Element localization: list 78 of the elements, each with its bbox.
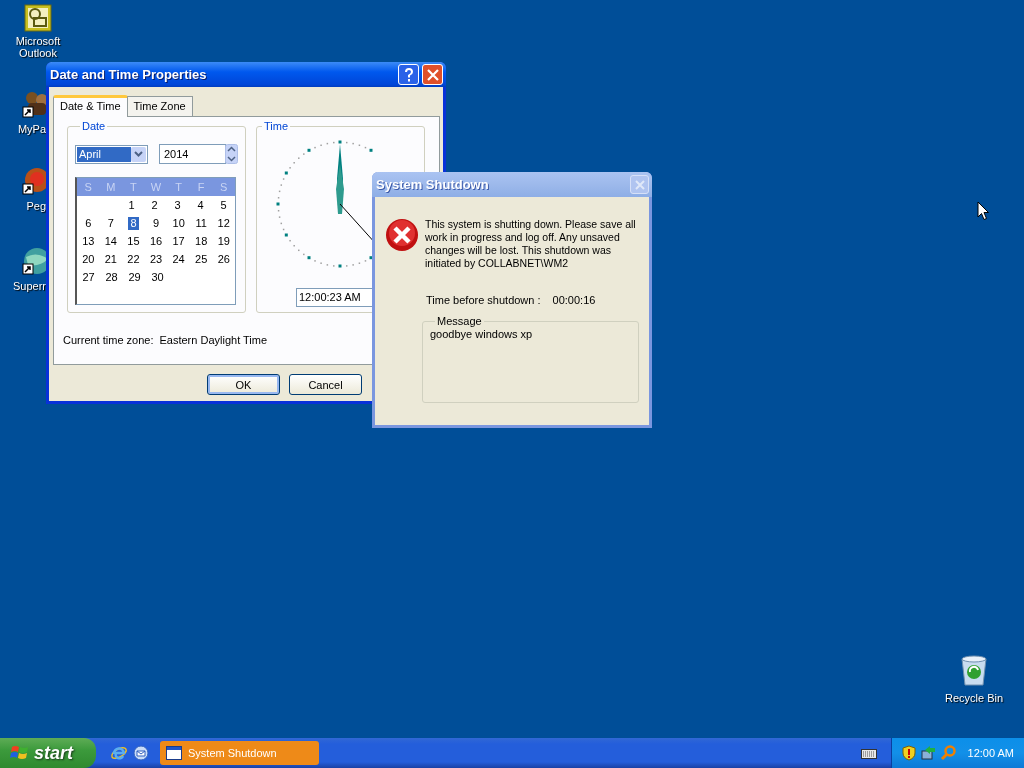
calendar-day[interactable]: 21 bbox=[99, 252, 123, 266]
mail-icon[interactable] bbox=[132, 744, 150, 762]
group-label: Date bbox=[81, 120, 107, 132]
calendar-day[interactable]: 5 bbox=[212, 198, 235, 212]
calendar-day[interactable]: 28 bbox=[100, 270, 123, 284]
weekday-label: S bbox=[219, 181, 229, 193]
calendar-day[interactable]: 1 bbox=[120, 198, 143, 212]
tab[interactable]: Time Zone bbox=[126, 96, 193, 116]
weekday-label: F bbox=[196, 181, 206, 193]
calendar-day[interactable]: 3 bbox=[166, 198, 189, 212]
window-title: System Shutdown bbox=[376, 177, 490, 192]
calendar-day[interactable]: 16 bbox=[144, 234, 168, 248]
calendar-day[interactable]: 22 bbox=[122, 252, 145, 266]
calendar-day[interactable]: 23 bbox=[144, 252, 168, 266]
message-text: goodbye windows xp bbox=[430, 328, 533, 340]
start-button[interactable]: start bbox=[0, 738, 96, 768]
calendar-day[interactable]: 12 bbox=[212, 216, 235, 230]
close-icon bbox=[634, 179, 645, 190]
warning-message: This system is shutting down. Please save all work in progress and log off. Any unsaved changes will be lost. This shutdown was initiated by COLLABNET\WM2 bbox=[425, 218, 637, 270]
weekday-label: T bbox=[174, 181, 183, 193]
time-zone-label: Current time zone: bbox=[63, 334, 154, 346]
help-icon bbox=[402, 67, 415, 82]
calendar-day[interactable]: 13 bbox=[77, 234, 100, 248]
windows-flag-icon bbox=[10, 744, 30, 762]
time-zone-value: Eastern Daylight Time bbox=[159, 334, 268, 346]
calendar-day[interactable]: 19 bbox=[212, 234, 236, 248]
desktop-icon-label[interactable]: Superr bbox=[12, 280, 46, 292]
calendar-day[interactable]: 15 bbox=[122, 234, 145, 248]
calendar-day[interactable]: 6 bbox=[77, 216, 100, 230]
calendar-day[interactable]: 20 bbox=[77, 252, 100, 266]
countdown-label: Time before shutdown : bbox=[426, 294, 541, 306]
spinner-icon[interactable] bbox=[225, 144, 238, 164]
close-icon bbox=[426, 68, 439, 81]
countdown-value: 00:00:16 bbox=[552, 294, 596, 306]
error-icon bbox=[385, 218, 419, 252]
network-icon[interactable] bbox=[919, 745, 936, 761]
month-dropdown[interactable]: April bbox=[75, 144, 148, 164]
calendar-day[interactable]: 4 bbox=[189, 198, 212, 212]
chevron-down-icon bbox=[134, 151, 143, 157]
calendar-day[interactable]: 10 bbox=[167, 216, 190, 230]
calendar-day[interactable]: 27 bbox=[77, 270, 100, 284]
year-field[interactable]: 2014 bbox=[159, 144, 226, 164]
weekday-label: S bbox=[83, 181, 93, 193]
recycle-bin-icon[interactable] bbox=[959, 655, 989, 687]
calendar-day[interactable]: 7 bbox=[99, 216, 123, 230]
weekday-label: W bbox=[149, 181, 163, 193]
calendar-day[interactable]: 29 bbox=[123, 270, 146, 284]
envelope-icon[interactable] bbox=[24, 4, 52, 32]
calendar-day[interactable]: 8 bbox=[128, 216, 139, 230]
group-label: Time bbox=[263, 120, 290, 132]
tab[interactable]: Date & Time bbox=[53, 95, 128, 117]
calendar-day[interactable]: 24 bbox=[167, 252, 190, 266]
mouse-pointer-icon bbox=[977, 201, 989, 221]
window-icon bbox=[166, 746, 182, 760]
window-title: Date and Time Properties bbox=[50, 67, 208, 82]
desktop-icon-label[interactable]: Microsoft Outlook bbox=[8, 35, 68, 59]
desktop-icon-label[interactable]: Peg bbox=[26, 200, 46, 212]
calendar-day[interactable]: 17 bbox=[167, 234, 190, 248]
calendar-day[interactable]: 11 bbox=[189, 216, 213, 230]
dialog-button[interactable]: OK bbox=[207, 374, 280, 395]
help-button[interactable] bbox=[398, 64, 419, 85]
calendar-day[interactable]: 2 bbox=[143, 198, 166, 212]
calendar-day[interactable]: 14 bbox=[99, 234, 123, 248]
group-label: Message bbox=[436, 315, 483, 327]
calendar-day[interactable]: 25 bbox=[189, 252, 213, 266]
calendar-day[interactable]: 18 bbox=[189, 234, 213, 248]
calendar-day[interactable]: 26 bbox=[212, 252, 236, 266]
weekday-label: M bbox=[105, 181, 117, 193]
calendar-day[interactable]: 30 bbox=[146, 270, 169, 284]
keyboard-icon[interactable] bbox=[860, 747, 877, 759]
clock-time: 12:00 AM bbox=[967, 747, 1014, 759]
desktop-icon-label[interactable]: Recycle Bin bbox=[944, 692, 1004, 704]
dialog-button[interactable]: Cancel bbox=[289, 374, 362, 395]
calendar-day[interactable]: 9 bbox=[144, 216, 168, 230]
shield-icon[interactable] bbox=[901, 745, 916, 761]
browser-icon[interactable] bbox=[110, 744, 128, 762]
desktop-icon-label[interactable]: MyPa bbox=[17, 123, 46, 135]
weekday-label: T bbox=[129, 181, 138, 193]
